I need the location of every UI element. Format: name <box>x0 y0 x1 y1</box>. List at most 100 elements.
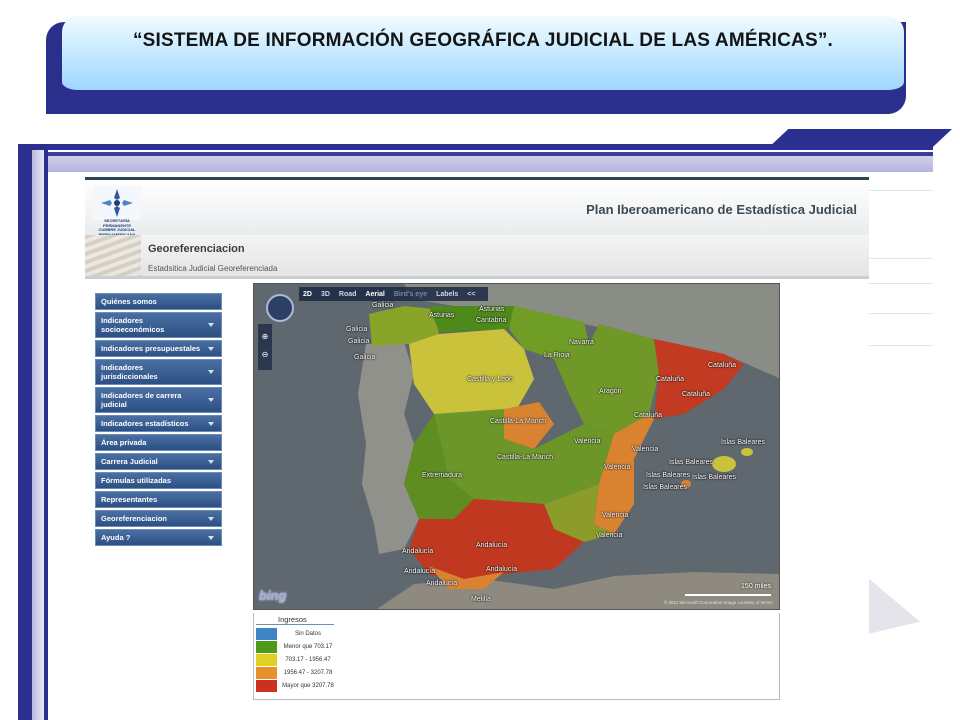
map-label: Andalucía <box>426 580 458 587</box>
menu-item-label: Quiénes somos <box>101 297 157 306</box>
menu-item-carrera-judicial[interactable]: Carrera Judicial <box>95 453 222 470</box>
menu-item-indicadores-jurisdiccionales[interactable]: Indicadores jurisdiccionales <box>95 359 222 385</box>
map-legend: Ingresos Sin Datos Menor que 703.17 703.… <box>253 613 780 700</box>
frame-left-inner <box>32 150 44 720</box>
menu-item-formulas-utilizadas[interactable]: Fórmulas utilizadas <box>95 472 222 489</box>
decorative-lines <box>869 190 933 350</box>
region-baleares-mallorca <box>712 456 736 472</box>
map-label: Valencia <box>602 512 629 519</box>
header-decoration <box>85 235 141 276</box>
legend-label: Sin Datos <box>294 630 321 637</box>
chevron-down-icon <box>208 535 214 540</box>
site-header-title: Plan Iberoamericano de Estadística Judic… <box>586 202 857 217</box>
menu-item-ayuda[interactable]: Ayuda ? <box>95 529 222 546</box>
map-view[interactable]: ⊕ ⊖ 2D 3D Road Aerial Bird's eye Labels … <box>253 283 780 610</box>
map-label: Valencia <box>632 446 659 453</box>
section-header: Georeferenciacion Estadsitica Judicial G… <box>85 235 869 279</box>
region-baleares-menorca <box>741 448 753 456</box>
legend-item: Menor que 703.17 <box>256 640 335 653</box>
site-logo[interactable]: SECRETARÍA PERMANENTE CUMBRE JUDICIAL IB… <box>93 186 141 236</box>
legend-swatch <box>256 627 277 640</box>
map-label: Melilla <box>471 596 491 603</box>
legend-swatch <box>256 679 277 692</box>
menu-item-area-privada[interactable]: Área privada <box>95 434 222 451</box>
menu-item-indicadores-carrera-judicial[interactable]: Indicadores de carrera judicial <box>95 387 222 413</box>
menu-item-indicadores-socioeconomicos[interactable]: Indicadores socioeconómicos <box>95 312 222 338</box>
map-label: Navarra <box>569 339 594 346</box>
logo-cross-icon <box>93 186 141 220</box>
frame-top <box>18 144 933 150</box>
map-mode-3d[interactable]: 3D <box>321 291 330 298</box>
section-subtitle: Estadsitica Judicial Georeferenciada <box>148 264 278 273</box>
map-label: Castilla-La Manch <box>490 418 547 425</box>
map-label: Aragón <box>599 388 622 395</box>
map-label: Andalucía <box>486 566 518 573</box>
zoom-out-icon[interactable]: ⊖ <box>260 350 270 360</box>
menu-item-representantes[interactable]: Representantes <box>95 491 222 508</box>
map-label: Islas Baleares <box>646 472 690 479</box>
map-scale-bar <box>685 594 771 596</box>
map-label: Galicia <box>354 354 376 361</box>
map-mode-2d[interactable]: 2D <box>303 291 312 298</box>
legend-swatch <box>256 666 277 679</box>
chevron-down-icon <box>208 516 214 521</box>
map-style-birds-eye[interactable]: Bird's eye <box>394 291 427 298</box>
map-label: La Rioja <box>544 352 570 359</box>
chevron-down-icon <box>208 459 214 464</box>
section-title: Georeferenciacion <box>148 243 245 255</box>
legend-label: Menor que 703.17 <box>283 643 333 650</box>
map-label: Cataluña <box>682 391 711 398</box>
chevron-down-icon <box>208 398 214 402</box>
legend-item: 703.17 - 1956.47 <box>256 653 335 666</box>
title-banner: “SISTEMA DE INFORMACIÓN GEOGRÁFICA JUDIC… <box>62 16 904 98</box>
legend-rows: Sin Datos Menor que 703.17 703.17 - 1956… <box>256 627 335 692</box>
legend-label: 1956.47 - 3207.78 <box>283 669 333 676</box>
menu-item-label: Indicadores presupuestales <box>101 344 201 353</box>
legend-item: Sin Datos <box>256 627 335 640</box>
map-regions <box>254 284 779 609</box>
slide-title: “SISTEMA DE INFORMACIÓN GEOGRÁFICA JUDIC… <box>132 30 834 51</box>
menu-item-label: Fórmulas utilizadas <box>101 476 172 485</box>
menu-item-indicadores-presupuestales[interactable]: Indicadores presupuestales <box>95 340 222 357</box>
frame-strip-line <box>48 152 933 156</box>
map-label: Castilla y León <box>467 376 513 383</box>
menu-item-quienes-somos[interactable]: Quiénes somos <box>95 293 222 310</box>
map-label: Extremadura <box>422 472 463 479</box>
legend-item: 1956.47 - 3207.78 <box>256 666 335 679</box>
site-header: SECRETARÍA PERMANENTE CUMBRE JUDICIAL IB… <box>85 177 869 236</box>
decorative-triangle <box>868 578 920 634</box>
menu-item-indicadores-estadisticos[interactable]: Indicadores estadísticos <box>95 415 222 432</box>
map-label: Valencia <box>574 438 601 445</box>
menu-item-georeferenciacion[interactable]: Georeferenciacion <box>95 510 222 527</box>
menu-item-label: Indicadores jurisdiccionales <box>101 363 158 381</box>
map-style-road[interactable]: Road <box>339 291 357 298</box>
legend-item: Mayor que 3207.78 <box>256 679 335 692</box>
chevron-down-icon <box>208 421 214 426</box>
map-label: Castilla-La Manch <box>497 454 554 461</box>
map-label: Asturias <box>479 306 505 313</box>
map-label: Islas Baleares <box>721 439 765 446</box>
legend-label: Mayor que 3207.78 <box>282 682 334 689</box>
legend-swatch <box>256 640 277 653</box>
map-copyright: © 2011 Microsoft Corporation Image court… <box>663 600 773 605</box>
menu-item-label: Carrera Judicial <box>101 457 158 466</box>
map-label: Galicia <box>346 326 368 333</box>
map-label: Cantabria <box>476 317 507 324</box>
map-label: Valencia <box>604 464 631 471</box>
map-label: Islas Baleares <box>692 474 736 481</box>
legend-swatch <box>256 653 277 666</box>
chevron-down-icon <box>208 346 214 351</box>
menu-item-label: Indicadores de carrera judicial <box>101 391 182 409</box>
menu-item-label: Indicadores socioeconómicos <box>101 316 165 334</box>
menu-item-label: Georeferenciacion <box>101 514 167 523</box>
map-label: Galicia <box>372 302 394 309</box>
map-label: Asturias <box>429 312 455 319</box>
map-label: Islas Baleares <box>669 459 713 466</box>
map-labels-toggle[interactable]: Labels <box>436 291 458 298</box>
map-toolbar-collapse[interactable]: << <box>467 291 475 298</box>
bing-logo: bing <box>259 588 287 603</box>
map-style-aerial[interactable]: Aerial <box>365 291 384 298</box>
zoom-in-icon[interactable]: ⊕ <box>260 332 270 342</box>
pan-compass-icon[interactable] <box>266 294 294 322</box>
map-label: Cataluña <box>634 412 663 419</box>
